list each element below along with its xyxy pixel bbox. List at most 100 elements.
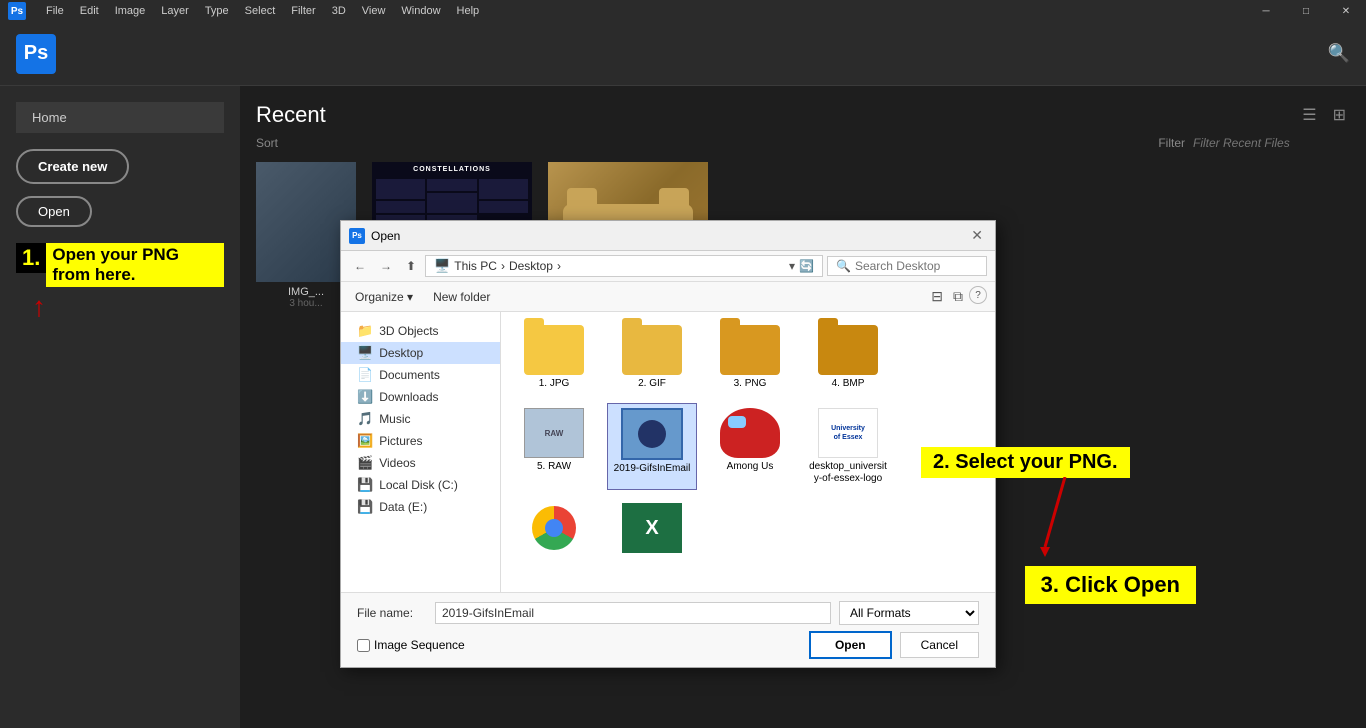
file-jpg-label: 1. JPG [539,378,570,390]
dialog-overlay: Ps Open ✕ ← → ⬆ 🖥️ This PC › Desktop › ▾… [0,0,1366,728]
file-item-bmp[interactable]: 4. BMP [803,320,893,395]
dialog-bottom: File name: All Formats Photoshop (*.PSD)… [341,592,995,667]
breadcrumb-pc-icon: 🖥️ [434,258,450,274]
excel-x-icon: X [645,517,658,540]
address-search-box[interactable]: 🔍 [827,256,987,276]
nav-item-pictures[interactable]: 🖼️ Pictures [341,430,500,452]
excel-thumb: X [622,503,682,553]
raw-label: RAW [545,429,564,438]
file-item-gifsemail[interactable]: 2019-GifsInEmail [607,403,697,490]
view-help-button[interactable]: ? [969,286,987,304]
gifsemail-circle [638,420,666,448]
folder-gif-icon [622,325,682,375]
step2-annotation: 2. Select your PNG. [921,447,1130,478]
toolbar-view-buttons: ⊟ ⧉ ? [927,286,987,307]
nav-videos-label: Videos [379,456,415,470]
dialog-actions: Image Sequence Open Cancel [357,631,979,659]
nav-datae-label: Data (E:) [379,500,427,514]
file-item-excel[interactable]: X [607,498,697,561]
uni-logo-text: Universityof Essex [831,424,865,442]
nav-item-localc[interactable]: 💾 Local Disk (C:) [341,474,500,496]
among-us-thumb [720,408,780,458]
filename-row: File name: All Formats Photoshop (*.PSD)… [357,601,979,625]
view-btn2[interactable]: ⧉ [949,286,967,307]
file-png-label: 3. PNG [734,378,767,390]
nav-forward-button[interactable]: → [375,256,397,276]
nav-pictures-icon: 🖼️ [357,433,373,449]
address-search-input[interactable] [855,259,978,273]
nav-localc-label: Local Disk (C:) [379,478,458,492]
dialog-open-button[interactable]: Open [809,631,892,659]
file-raw-thumb: RAW [524,408,584,458]
nav-pictures-label: Pictures [379,434,422,448]
nav-item-3dobjects[interactable]: 📁 3D Objects [341,320,500,342]
nav-desktop-icon: 🖥️ [357,345,373,361]
nav-item-downloads[interactable]: ⬇️ Downloads [341,386,500,408]
nav-downloads-icon: ⬇️ [357,389,373,405]
dialog-close-button[interactable]: ✕ [967,227,987,244]
new-folder-button[interactable]: New folder [427,288,496,306]
file-item-chrome[interactable] [509,498,599,561]
nav-3dobjects-icon: 📁 [357,323,373,339]
file-bmp-label: 4. BMP [832,378,865,390]
search-magnifier-icon: 🔍 [836,259,851,273]
image-sequence-checkbox[interactable] [357,639,370,652]
file-gifsemail-label: 2019-GifsInEmail [614,463,691,475]
breadcrumb-refresh[interactable]: 🔄 [799,259,814,273]
dialog-toolbar: Organize New folder ⊟ ⧉ ? [341,282,995,312]
organize-button[interactable]: Organize [349,288,419,306]
folder-png-icon [720,325,780,375]
nav-downloads-label: Downloads [379,390,438,404]
uni-thumb: Universityof Essex [818,408,878,458]
nav-item-documents[interactable]: 📄 Documents [341,364,500,386]
breadcrumb-desktop: Desktop [509,259,553,273]
file-item-raw[interactable]: RAW 5. RAW [509,403,599,490]
file-among-label: Among Us [727,461,774,473]
nav-localc-icon: 💾 [357,477,373,493]
dialog-cancel-button[interactable]: Cancel [900,632,979,658]
file-item-png[interactable]: 3. PNG [705,320,795,395]
breadcrumb-sep2: › [557,259,561,273]
nav-documents-icon: 📄 [357,367,373,383]
image-sequence-row: Image Sequence [357,638,801,652]
file-raw-label: 5. RAW [537,461,571,473]
nav-item-datae[interactable]: 💾 Data (E:) [341,496,500,518]
chrome-center [545,519,563,537]
breadcrumb-sep1: › [501,259,505,273]
filename-input[interactable] [435,602,831,624]
step2-arrow [1035,477,1095,557]
nav-3dobjects-label: 3D Objects [379,324,438,338]
breadcrumb-bar[interactable]: 🖥️ This PC › Desktop › ▾ 🔄 [425,255,823,277]
file-gif-label: 2. GIF [638,378,666,390]
nav-item-music[interactable]: 🎵 Music [341,408,500,430]
nav-back-button[interactable]: ← [349,256,371,276]
breadcrumb-dropdown[interactable]: ▾ [789,259,795,273]
image-sequence-label: Image Sequence [374,638,465,652]
nav-datae-icon: 💾 [357,499,373,515]
file-item-gif[interactable]: 2. GIF [607,320,697,395]
nav-item-desktop[interactable]: 🖥️ Desktop [341,342,500,364]
dialog-address-bar: ← → ⬆ 🖥️ This PC › Desktop › ▾ 🔄 🔍 [341,251,995,282]
dialog-title: Open [371,229,967,243]
file-item-jpg[interactable]: 1. JPG [509,320,599,395]
nav-desktop-label: Desktop [379,346,423,360]
chrome-wheel [532,506,576,550]
folder-bmp-icon [818,325,878,375]
open-dialog: Ps Open ✕ ← → ⬆ 🖥️ This PC › Desktop › ▾… [340,220,996,668]
nav-item-videos[interactable]: 🎬 Videos [341,452,500,474]
among-visor [728,416,746,428]
file-item-among[interactable]: Among Us [705,403,795,490]
dialog-body: 📁 3D Objects 🖥️ Desktop 📄 Documents ⬇️ D… [341,312,995,592]
dialog-title-bar: Ps Open ✕ [341,221,995,251]
nav-up-button[interactable]: ⬆ [401,256,421,276]
nav-music-icon: 🎵 [357,411,373,427]
gifsemail-thumb [621,408,683,460]
view-details-button[interactable]: ⊟ [927,286,947,307]
breadcrumb-thispc: This PC [454,259,497,273]
nav-videos-icon: 🎬 [357,455,373,471]
file-item-uni[interactable]: Universityof Essex desktop_university-of… [803,403,893,490]
filename-label: File name: [357,606,427,620]
nav-music-label: Music [379,412,410,426]
format-select[interactable]: All Formats Photoshop (*.PSD) JPEG (*.JP… [839,601,979,625]
nav-documents-label: Documents [379,368,440,382]
